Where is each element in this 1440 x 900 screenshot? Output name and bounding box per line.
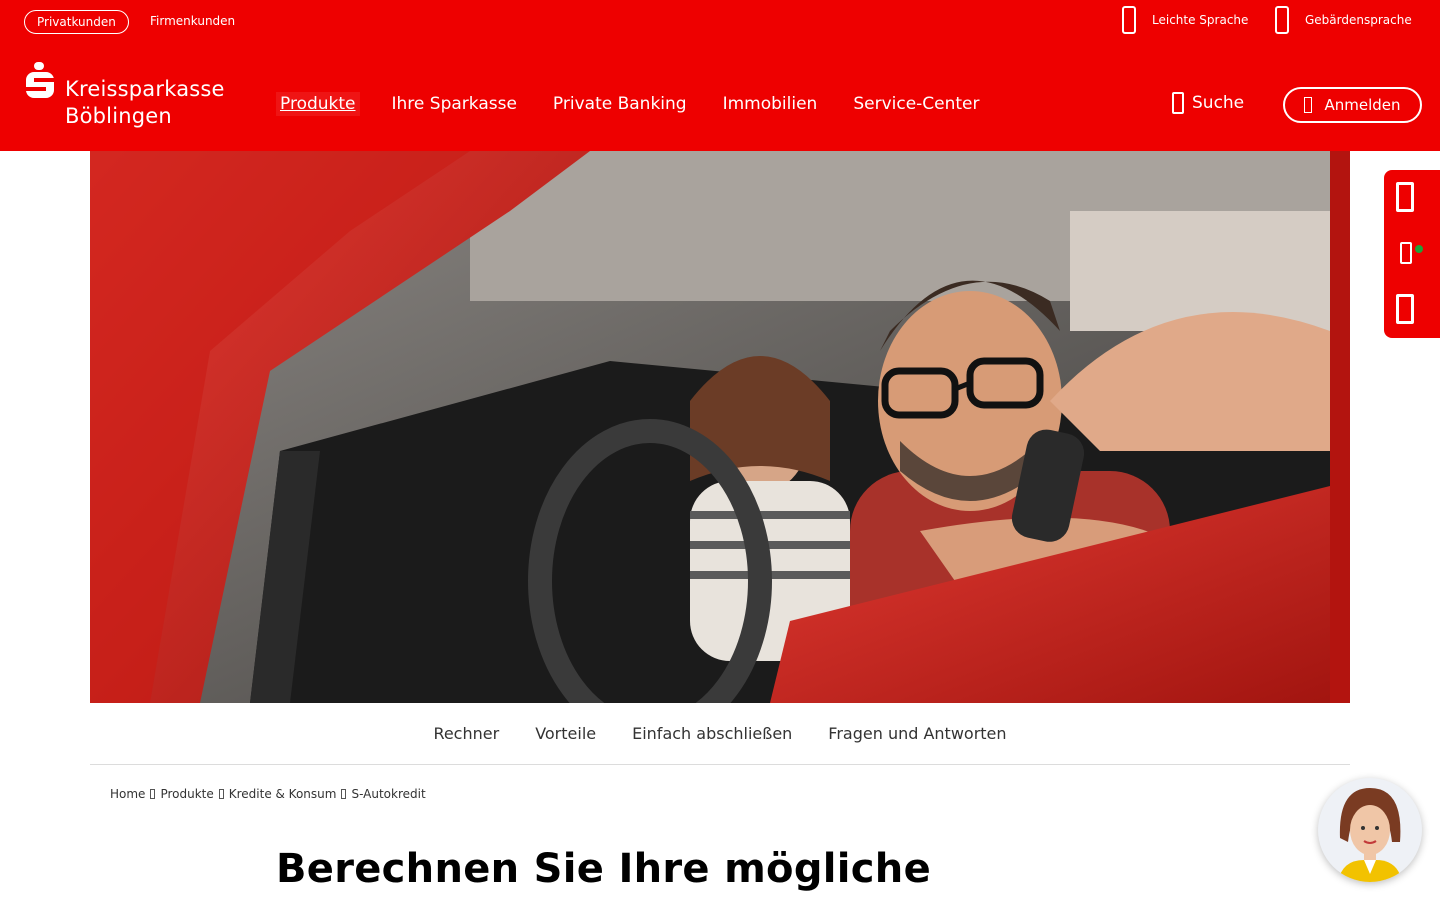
- sparkasse-s-logo-icon: [26, 62, 54, 98]
- lock-icon: [1304, 97, 1313, 113]
- leichte-sprache-label: Leichte Sprache: [1152, 13, 1249, 27]
- logo-text: Kreissparkasse Böblingen: [65, 76, 225, 130]
- chevron-right-icon: [150, 789, 156, 799]
- breadcrumb-current: S-Autokredit: [351, 787, 426, 801]
- subnav-rechner[interactable]: Rechner: [433, 724, 499, 743]
- logo-line-1: Kreissparkasse: [65, 77, 225, 101]
- gebaerdensprache-link[interactable]: Gebärdensprache: [1275, 6, 1412, 34]
- segment-privatkunden[interactable]: Privatkunden: [24, 10, 129, 34]
- sign-language-icon: [1275, 6, 1289, 34]
- logo-line-2: Böblingen: [65, 104, 172, 128]
- main-navigation: Produkte Ihre Sparkasse Private Banking …: [276, 92, 1012, 116]
- subnav-fragen-und-antworten[interactable]: Fragen und Antworten: [828, 724, 1006, 743]
- nav-service-center[interactable]: Service-Center: [849, 92, 983, 116]
- subnav-vorteile[interactable]: Vorteile: [535, 724, 596, 743]
- site-header: Privatkunden Firmenkunden Leichte Sprach…: [0, 0, 1440, 151]
- phone-icon[interactable]: [1396, 182, 1414, 212]
- hero-image: [90, 151, 1350, 703]
- chevron-right-icon: [341, 789, 347, 799]
- subnav-einfach-abschliessen[interactable]: Einfach abschließen: [632, 724, 792, 743]
- search-label: Suche: [1192, 93, 1245, 113]
- breadcrumb: Home Produkte Kredite & Konsum S-Autokre…: [110, 787, 426, 801]
- nav-produkte[interactable]: Produkte: [276, 92, 360, 116]
- breadcrumb-home[interactable]: Home: [110, 787, 145, 801]
- nav-immobilien[interactable]: Immobilien: [719, 92, 822, 116]
- search-icon: [1172, 92, 1184, 114]
- breadcrumb-kredite-konsum[interactable]: Kredite & Konsum: [229, 787, 337, 801]
- logo[interactable]: Kreissparkasse Böblingen: [26, 62, 225, 130]
- page-title: Berechnen Sie Ihre mögliche: [276, 846, 932, 892]
- breadcrumb-produkte[interactable]: Produkte: [160, 787, 213, 801]
- page-section-nav: Rechner Vorteile Einfach abschließen Fra…: [90, 703, 1350, 765]
- search-button[interactable]: Suche: [1172, 92, 1244, 114]
- online-status-dot: [1415, 245, 1423, 253]
- leichte-sprache-link[interactable]: Leichte Sprache: [1122, 6, 1248, 34]
- location-icon[interactable]: [1396, 294, 1414, 324]
- chat-assistant-avatar[interactable]: [1318, 778, 1422, 882]
- nav-ihre-sparkasse[interactable]: Ihre Sparkasse: [388, 92, 521, 116]
- nav-private-banking[interactable]: Private Banking: [549, 92, 691, 116]
- login-button[interactable]: Anmelden: [1283, 87, 1422, 123]
- segment-firmenkunden[interactable]: Firmenkunden: [150, 14, 235, 28]
- chat-icon[interactable]: [1400, 242, 1412, 264]
- contact-sidebar: [1384, 170, 1440, 338]
- easy-language-icon: [1122, 6, 1136, 34]
- chevron-right-icon: [218, 789, 224, 799]
- gebaerdensprache-label: Gebärdensprache: [1305, 13, 1412, 27]
- login-label: Anmelden: [1324, 96, 1401, 114]
- car-key-handover-photo: [90, 151, 1350, 703]
- assistant-avatar-icon: [1338, 788, 1402, 882]
